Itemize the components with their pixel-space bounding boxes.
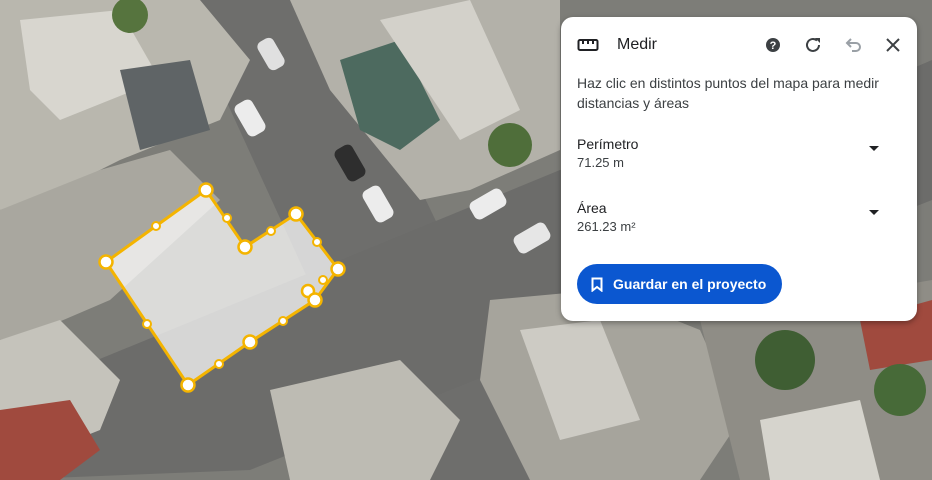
vertex-handle[interactable] (237, 239, 253, 255)
bookmark-icon (591, 277, 603, 292)
save-button-label: Guardar en el proyecto (613, 276, 767, 292)
refresh-icon (806, 37, 820, 52)
midpoint-handle[interactable] (214, 359, 224, 369)
midpoint-handle[interactable] (222, 213, 232, 223)
perimeter-label: Perímetro (577, 136, 639, 152)
vertex-handle[interactable] (288, 206, 304, 222)
help-icon: ? (766, 38, 780, 52)
tree (488, 123, 532, 167)
ruler-icon (577, 39, 599, 51)
area-value: 261.23 m² (577, 219, 636, 234)
vertex-handle[interactable] (242, 334, 258, 350)
vertex-handle[interactable] (180, 377, 196, 393)
help-button[interactable]: ? (759, 31, 787, 59)
svg-text:?: ? (770, 40, 777, 52)
tree (755, 330, 815, 390)
perimeter-value: 71.25 m (577, 155, 624, 170)
midpoint-handle[interactable] (266, 226, 276, 236)
midpoint-handle[interactable] (151, 221, 161, 231)
vertex-handle[interactable] (198, 182, 214, 198)
panel-description: Haz clic en distintos puntos del mapa pa… (577, 75, 879, 111)
chevron-down-icon[interactable] (869, 210, 879, 215)
midpoint-handle[interactable] (142, 319, 152, 329)
panel-title: Medir (617, 36, 658, 53)
vertex-handle[interactable] (307, 292, 323, 308)
vertex-handle[interactable] (330, 261, 346, 277)
chevron-down-icon[interactable] (869, 146, 879, 151)
midpoint-handle[interactable] (312, 237, 322, 247)
panel-header: Medir ? (561, 17, 917, 73)
perimeter-row[interactable]: Perímetro 71.25 m (577, 134, 901, 178)
close-icon (886, 38, 900, 52)
undo-button[interactable] (839, 31, 867, 59)
close-button[interactable] (879, 31, 907, 59)
vertex-handle[interactable] (98, 254, 114, 270)
midpoint-handle[interactable] (318, 275, 328, 285)
tree (874, 364, 926, 416)
save-to-project-button[interactable]: Guardar en el proyecto (577, 264, 783, 304)
midpoint-handle[interactable] (278, 316, 288, 326)
undo-icon (845, 38, 861, 52)
area-label: Área (577, 200, 607, 216)
measure-panel: Medir ? Haz clic en distintos puntos del… (561, 17, 917, 321)
refresh-button[interactable] (799, 31, 827, 59)
area-row[interactable]: Área 261.23 m² (577, 198, 901, 242)
